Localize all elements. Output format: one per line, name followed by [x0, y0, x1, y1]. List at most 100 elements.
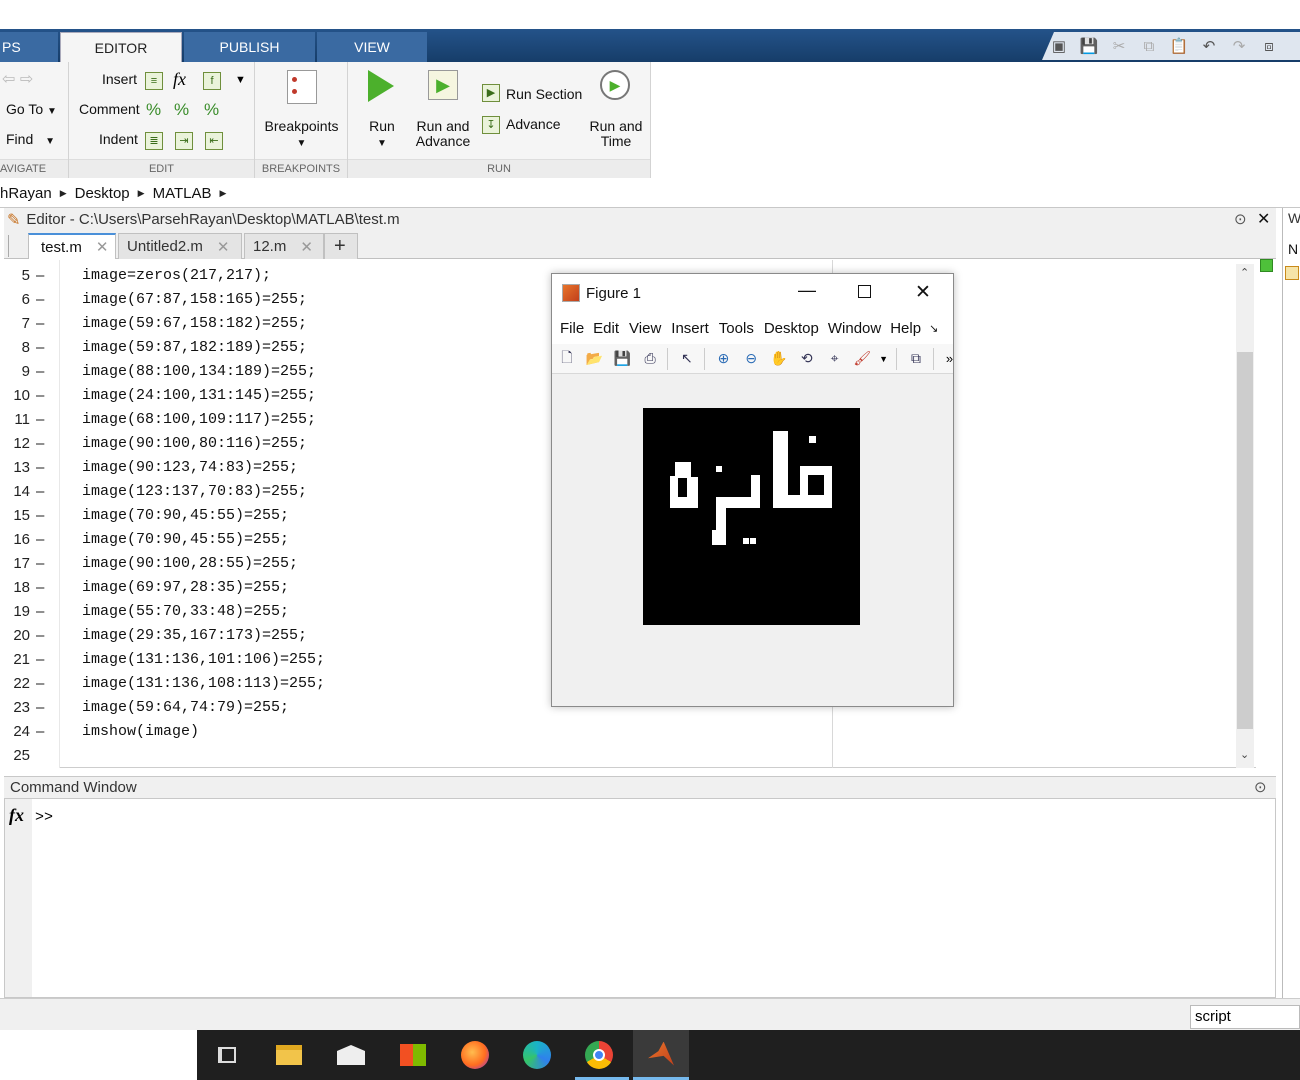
figure-window[interactable]: Figure 1 — ✕ File Edit View Insert Tools… [551, 273, 954, 707]
panel-menu-icon[interactable]: ⊙ [1254, 778, 1267, 796]
close-tab-icon[interactable]: ✕ [217, 238, 230, 256]
breakpoint-marker[interactable]: – [36, 504, 44, 528]
copy-icon[interactable]: ⧉ [1138, 36, 1160, 56]
indent-button[interactable]: Indent [99, 132, 138, 147]
code-line[interactable]: 24– imshow(image) [4, 720, 824, 744]
paste-icon[interactable]: 📋 [1168, 36, 1190, 56]
wrap-comment-icon[interactable]: % [204, 100, 219, 120]
pan-icon[interactable]: ✋ [768, 348, 790, 370]
store-icon[interactable] [385, 1030, 441, 1080]
task-view-icon[interactable] [199, 1030, 255, 1080]
firefox-icon[interactable] [447, 1030, 503, 1080]
run-and-time-button[interactable]: Run and Time [584, 119, 648, 149]
menu-edit[interactable]: Edit [593, 320, 619, 337]
breakpoint-marker[interactable]: – [36, 432, 44, 456]
comment-button[interactable]: Comment [79, 102, 140, 117]
breakpoint-marker[interactable]: – [36, 600, 44, 624]
function-browser-icon[interactable]: fx [9, 805, 24, 826]
menu-desktop[interactable]: Desktop [764, 320, 819, 337]
breakpoint-marker[interactable]: – [36, 528, 44, 552]
run-section-button[interactable]: Run Section [506, 87, 582, 102]
chrome-icon[interactable] [571, 1030, 627, 1080]
menu-file[interactable]: File [560, 320, 584, 337]
mail-icon[interactable] [323, 1030, 379, 1080]
run-button[interactable]: Run [358, 119, 406, 134]
open-icon[interactable]: 📂 [584, 348, 606, 370]
breakpoint-marker[interactable]: – [36, 336, 44, 360]
chevron-down-icon[interactable]: ▼ [358, 136, 406, 151]
run-and-advance-icon[interactable]: ▶ [428, 70, 458, 100]
breakpoint-marker[interactable]: – [36, 576, 44, 600]
close-tab-icon[interactable]: ✕ [300, 238, 313, 256]
dock-icon[interactable]: ↘ [929, 322, 938, 335]
increase-indent-icon[interactable]: ⇥ [175, 132, 193, 150]
matlab-icon[interactable] [633, 1030, 689, 1080]
breakpoint-marker[interactable]: – [36, 480, 44, 504]
print-icon[interactable]: ⎙ [639, 348, 661, 370]
pointer-icon[interactable]: ↖ [676, 348, 698, 370]
path-separator-icon[interactable]: ▶ [60, 188, 67, 199]
comment-icon[interactable]: % [146, 100, 161, 120]
path-segment[interactable]: MATLAB [153, 185, 212, 202]
tab-editor[interactable]: EDITOR [60, 32, 182, 62]
scroll-up-icon[interactable]: ⌃ [1240, 266, 1249, 279]
breakpoint-marker[interactable]: – [36, 720, 44, 744]
minimize-icon[interactable]: — [798, 280, 816, 301]
breakpoint-marker[interactable]: – [36, 264, 44, 288]
switch-windows-icon[interactable]: ⧈ [1258, 36, 1280, 56]
breakpoint-marker[interactable]: – [36, 624, 44, 648]
edge-icon[interactable] [509, 1030, 565, 1080]
code-line[interactable]: 25 [4, 744, 824, 768]
path-separator-icon[interactable]: ▶ [138, 188, 145, 199]
menu-insert[interactable]: Insert [671, 320, 709, 337]
chevron-down-icon[interactable]: ▼ [255, 136, 348, 151]
scrollbar-thumb[interactable] [1237, 352, 1253, 729]
panel-menu-icon[interactable]: ⊙ [1234, 210, 1247, 228]
decrease-indent-icon[interactable]: ⇤ [205, 132, 223, 150]
code-analyzer-status-icon[interactable] [1260, 259, 1273, 272]
new-tab-button[interactable]: + [324, 233, 358, 259]
go-to-button[interactable]: Go To ▼ [6, 102, 57, 119]
menu-tools[interactable]: Tools [719, 320, 754, 337]
scroll-down-icon[interactable]: ⌄ [1240, 748, 1249, 761]
close-tab-icon[interactable]: ✕ [96, 238, 109, 256]
smart-indent-icon[interactable]: ≣ [145, 132, 163, 150]
layout-icon[interactable]: ▣ [1048, 36, 1070, 56]
menu-window[interactable]: Window [828, 320, 881, 337]
command-window[interactable]: fx >> [4, 798, 1276, 998]
path-segment[interactable]: hRayan [0, 185, 52, 202]
run-icon[interactable] [368, 70, 394, 102]
chevron-down-icon[interactable]: ▼ [235, 74, 246, 86]
advance-button[interactable]: Advance [506, 117, 560, 132]
undo-icon[interactable]: ↶ [1198, 36, 1220, 56]
more-tools-icon[interactable]: » [946, 351, 953, 366]
breakpoint-marker[interactable]: – [36, 408, 44, 432]
back-forward-icon[interactable]: ⇦ ⇨ [2, 72, 33, 88]
tab-apps[interactable]: PS [0, 32, 58, 62]
breakpoint-marker[interactable]: – [36, 672, 44, 696]
breakpoints-icon[interactable] [287, 70, 317, 104]
save-icon[interactable]: 💾 [1078, 36, 1100, 56]
zoom-in-icon[interactable]: ⊕ [713, 348, 735, 370]
cut-icon[interactable]: ✂ [1108, 36, 1130, 56]
zoom-out-icon[interactable]: ⊖ [740, 348, 762, 370]
tab-publish[interactable]: PUBLISH [184, 32, 315, 62]
run-and-time-icon[interactable]: ▶ [600, 70, 630, 100]
path-separator-icon[interactable]: ▶ [219, 188, 226, 199]
file-explorer-icon[interactable] [261, 1030, 317, 1080]
tab-untitled2-m[interactable]: Untitled2.m ✕ [118, 233, 242, 259]
uncomment-icon[interactable]: % [174, 100, 189, 120]
link-plot-icon[interactable]: ⧉ [905, 348, 927, 370]
variable-icon[interactable] [1285, 266, 1299, 280]
brush-icon[interactable]: 🖌 [851, 348, 873, 370]
close-icon[interactable]: ✕ [915, 281, 931, 304]
breakpoint-marker[interactable]: – [36, 384, 44, 408]
insert-section-icon[interactable]: ≡ [145, 72, 163, 90]
breakpoint-marker[interactable]: – [36, 552, 44, 576]
breakpoint-marker[interactable]: – [36, 456, 44, 480]
run-and-advance-button[interactable]: Run and Advance [410, 119, 476, 149]
breakpoint-marker[interactable]: – [36, 288, 44, 312]
find-button[interactable]: Find ▼ [6, 132, 55, 149]
data-cursor-icon[interactable]: ⌖ [824, 348, 846, 370]
insert-function-icon[interactable]: f [203, 72, 221, 90]
